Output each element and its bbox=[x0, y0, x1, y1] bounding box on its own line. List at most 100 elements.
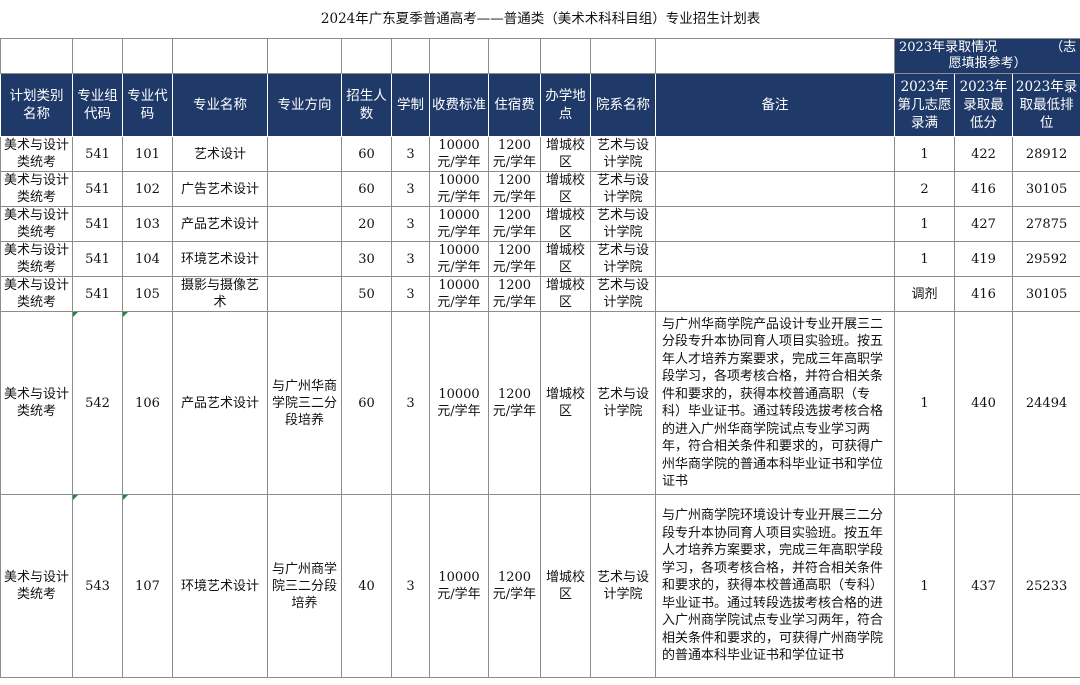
cell-campus: 增城校区 bbox=[540, 494, 591, 678]
cell-group-code: 543 bbox=[72, 494, 123, 678]
table-row: 美术与设计类统考 543 107 环境艺术设计 与广州商学院三二分段培养 40 3 10000… bbox=[0, 494, 1080, 678]
cell-campus: 增城校区 bbox=[540, 311, 591, 495]
blank-cell bbox=[488, 38, 541, 74]
cell-campus: 增城校区 bbox=[540, 276, 591, 312]
cell-fee: 10000元/学年 bbox=[429, 171, 489, 207]
cell-category: 美术与设计类统考 bbox=[0, 494, 73, 678]
cell-fee: 10000元/学年 bbox=[429, 494, 489, 678]
cell-min-rank: 30105 bbox=[1011, 276, 1080, 312]
blank-cell bbox=[172, 38, 268, 74]
cell-notes bbox=[655, 276, 895, 312]
header-major-code: 专业代码 bbox=[122, 73, 173, 137]
cell-direction bbox=[267, 276, 342, 312]
cell-major-code: 104 bbox=[122, 241, 173, 277]
cell-dorm: 1200元/学年 bbox=[488, 311, 541, 495]
cell-direction: 与广州商学院三二分段培养 bbox=[267, 494, 342, 678]
blank-cell bbox=[590, 38, 656, 74]
blank-cell bbox=[122, 38, 173, 74]
header-dept: 院系名称 bbox=[590, 73, 656, 137]
cell-years: 3 bbox=[391, 171, 430, 207]
enrollment-plan-table: 2024年广东夏季普通高考——普通类（美术术科科目组）专业招生计划表 2023年… bbox=[0, 0, 1080, 678]
cell-min-score: 422 bbox=[954, 136, 1013, 172]
cell-notes bbox=[655, 136, 895, 172]
cell-count: 50 bbox=[341, 276, 392, 312]
cell-dept: 艺术与设计学院 bbox=[590, 136, 656, 172]
header-count: 招生人数 bbox=[341, 73, 392, 137]
blank-cell bbox=[72, 38, 123, 74]
cell-major-name: 摄影与摄像艺术 bbox=[172, 276, 268, 312]
header-choice-round: 2023年第几志愿录满 bbox=[894, 73, 955, 137]
cell-category: 美术与设计类统考 bbox=[0, 241, 73, 277]
cell-major-code: 103 bbox=[122, 206, 173, 242]
cell-count: 40 bbox=[341, 494, 392, 678]
cell-years: 3 bbox=[391, 494, 430, 678]
cell-fee: 10000元/学年 bbox=[429, 276, 489, 312]
table-row: 美术与设计类统考 541 101 艺术设计 60 3 10000元/学年 1200元/学年 增城… bbox=[0, 136, 1080, 172]
cell-min-rank: 27875 bbox=[1011, 206, 1080, 242]
cell-campus: 增城校区 bbox=[540, 136, 591, 172]
cell-min-score: 440 bbox=[954, 311, 1013, 495]
cell-dorm: 1200元/学年 bbox=[488, 241, 541, 277]
header-min-rank: 2023年录取最低排位 bbox=[1011, 73, 1080, 137]
cell-major-code: 106 bbox=[122, 311, 173, 495]
cell-direction bbox=[267, 206, 342, 242]
cell-fee: 10000元/学年 bbox=[429, 206, 489, 242]
table-body: 美术与设计类统考 541 101 艺术设计 60 3 10000元/学年 1200元/学年 增城… bbox=[0, 136, 1080, 678]
cell-min-rank: 24494 bbox=[1011, 311, 1080, 495]
header-years: 学制 bbox=[391, 73, 430, 137]
cell-dorm: 1200元/学年 bbox=[488, 136, 541, 172]
cell-dept: 艺术与设计学院 bbox=[590, 494, 656, 678]
cell-major-name: 环境艺术设计 bbox=[172, 241, 268, 277]
cell-min-score: 427 bbox=[954, 206, 1013, 242]
cell-choice-round: 调剂 bbox=[894, 276, 955, 312]
cell-dorm: 1200元/学年 bbox=[488, 276, 541, 312]
history-header-left: 2023年录取情况 bbox=[899, 40, 998, 55]
cell-group-code: 541 bbox=[72, 206, 123, 242]
cell-choice-round: 1 bbox=[894, 241, 955, 277]
cell-dorm: 1200元/学年 bbox=[488, 494, 541, 678]
cell-major-code: 105 bbox=[122, 276, 173, 312]
header-category: 计划类别名称 bbox=[0, 73, 73, 137]
title-row: 2024年广东夏季普通高考——普通类（美术术科科目组）专业招生计划表 bbox=[0, 0, 1080, 39]
cell-category: 美术与设计类统考 bbox=[0, 171, 73, 207]
cell-years: 3 bbox=[391, 241, 430, 277]
cell-choice-round: 1 bbox=[894, 311, 955, 495]
blank-cell bbox=[267, 38, 342, 74]
header-major-name: 专业名称 bbox=[172, 73, 268, 137]
cell-fee: 10000元/学年 bbox=[429, 241, 489, 277]
cell-min-rank: 30105 bbox=[1011, 171, 1080, 207]
header-notes: 备注 bbox=[655, 73, 895, 137]
cell-category: 美术与设计类统考 bbox=[0, 206, 73, 242]
cell-major-name: 艺术设计 bbox=[172, 136, 268, 172]
header-fee: 收费标准 bbox=[429, 73, 489, 137]
cell-choice-round: 1 bbox=[894, 206, 955, 242]
cell-group-code: 541 bbox=[72, 171, 123, 207]
blank-cell bbox=[0, 38, 73, 74]
cell-years: 3 bbox=[391, 276, 430, 312]
cell-dept: 艺术与设计学院 bbox=[590, 206, 656, 242]
header-dorm: 住宿费 bbox=[488, 73, 541, 137]
blank-cell bbox=[540, 38, 591, 74]
cell-direction: 与广州华商学院三二分段培养 bbox=[267, 311, 342, 495]
cell-dept: 艺术与设计学院 bbox=[590, 241, 656, 277]
header-campus: 办学地点 bbox=[540, 73, 591, 137]
cell-count: 60 bbox=[341, 136, 392, 172]
cell-min-score: 416 bbox=[954, 276, 1013, 312]
cell-direction bbox=[267, 136, 342, 172]
history-group-header: 2023年录取情况 （志 愿填报参考） bbox=[893, 38, 1080, 74]
cell-min-score: 419 bbox=[954, 241, 1013, 277]
cell-fee: 10000元/学年 bbox=[429, 136, 489, 172]
cell-group-code: 541 bbox=[72, 276, 123, 312]
cell-category: 美术与设计类统考 bbox=[0, 311, 73, 495]
group-header-row: 2023年录取情况 （志 愿填报参考） bbox=[0, 38, 1080, 74]
cell-notes bbox=[655, 241, 895, 277]
cell-choice-round: 2 bbox=[894, 171, 955, 207]
table-row: 美术与设计类统考 541 105 摄影与摄像艺术 50 3 10000元/学年 1200元/学… bbox=[0, 276, 1080, 312]
cell-group-code: 541 bbox=[72, 136, 123, 172]
cell-direction bbox=[267, 171, 342, 207]
cell-major-code: 101 bbox=[122, 136, 173, 172]
column-header-row: 计划类别名称 专业组代码 专业代码 专业名称 专业方向 招生人数 学制 收费标准 住宿费 办学地点… bbox=[0, 73, 1080, 137]
cell-count: 60 bbox=[341, 171, 392, 207]
header-direction: 专业方向 bbox=[267, 73, 342, 137]
cell-direction bbox=[267, 241, 342, 277]
